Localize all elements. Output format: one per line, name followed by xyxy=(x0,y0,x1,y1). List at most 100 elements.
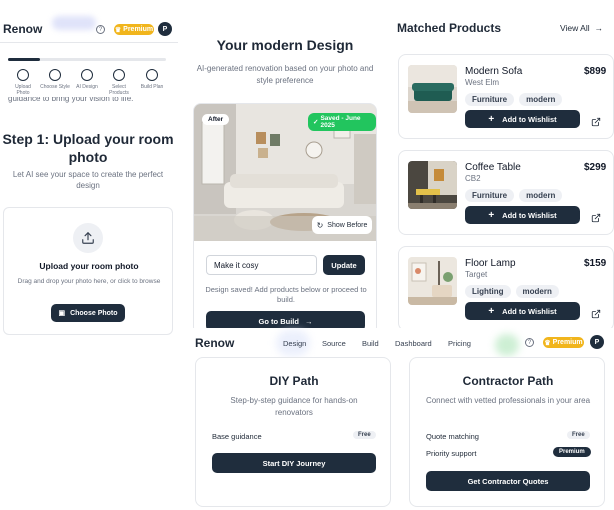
update-button[interactable]: Update xyxy=(323,255,365,275)
nav-link-build[interactable]: Build xyxy=(362,339,379,348)
add-to-wishlist-label: Add to Wishlist xyxy=(502,210,557,220)
tag-chip: modern xyxy=(515,285,559,298)
products-heading: Matched Products xyxy=(397,21,502,35)
header-divider xyxy=(0,42,178,43)
upload-title: Upload your room photo xyxy=(39,261,139,271)
nav-logo[interactable]: Renow xyxy=(195,336,234,350)
premium-badge[interactable]: ♛ Premium xyxy=(114,24,154,35)
product-name[interactable]: Coffee Table xyxy=(465,162,521,173)
contractor-premium-badge: Premium xyxy=(553,447,591,457)
contractor-feature-label: Quote matching xyxy=(426,432,479,441)
contractor-title: Contractor Path xyxy=(462,374,554,388)
view-all-link[interactable]: View All → xyxy=(560,23,603,33)
left-panel: Renow ? ♛ Premium P Upload Photo Choose S… xyxy=(0,0,178,335)
product-thumbnail[interactable] xyxy=(408,161,457,209)
start-diy-button[interactable]: Start DIY Journey xyxy=(212,453,376,473)
add-to-wishlist-button[interactable]: + Add to Wishlist xyxy=(465,206,580,224)
avatar[interactable]: P xyxy=(590,335,604,349)
tag-chip: Furniture xyxy=(465,189,515,202)
product-price: $899 xyxy=(584,66,607,77)
help-icon[interactable]: ? xyxy=(96,25,105,34)
step-5-label: Build Plan xyxy=(140,84,164,90)
contractor-feature-badge: Free xyxy=(567,431,590,439)
product-price: $299 xyxy=(584,162,607,173)
external-link-icon[interactable] xyxy=(591,210,601,228)
crown-icon: ♛ xyxy=(544,339,551,347)
diy-path-card: DIY Path Step-by-step guidance for hands… xyxy=(195,357,391,507)
get-contractor-quotes-button[interactable]: Get Contractor Quotes xyxy=(426,471,590,491)
step-1-circle[interactable] xyxy=(17,69,29,81)
help-icon[interactable]: ? xyxy=(525,338,534,347)
add-to-wishlist-button[interactable]: + Add to Wishlist xyxy=(465,110,580,128)
nav-green-glow xyxy=(495,334,519,356)
tag-chip: Furniture xyxy=(465,93,515,106)
step-4-label: Select Products xyxy=(109,84,129,96)
app-logo[interactable]: Renow xyxy=(3,22,42,36)
tag-chip: modern xyxy=(519,189,563,202)
product-brand: Target xyxy=(465,270,488,279)
arrow-right-icon: → xyxy=(594,23,604,33)
external-link-icon[interactable] xyxy=(591,114,601,132)
step-5-circle[interactable] xyxy=(146,69,158,81)
product-tags: Furniture modern xyxy=(465,189,563,202)
product-thumbnail[interactable] xyxy=(408,65,457,113)
nav-link-design[interactable]: Design xyxy=(283,339,306,348)
contractor-path-card: Contractor Path Connect with vetted prof… xyxy=(409,357,605,507)
step-4-circle[interactable] xyxy=(113,69,125,81)
design-title: Your modern Design xyxy=(216,37,354,53)
plus-icon: + xyxy=(488,305,495,317)
step-subtitle: Let AI see your space to create the perf… xyxy=(12,170,164,190)
step-3-circle[interactable] xyxy=(81,69,93,81)
blurred-nav-placeholder xyxy=(52,16,96,30)
product-brand: West Elm xyxy=(465,78,500,87)
product-price: $159 xyxy=(584,258,607,269)
design-prompt-input[interactable] xyxy=(206,255,317,275)
step-2-label: Choose Style xyxy=(40,84,70,90)
build-panel: Renow Design Source Build Dashboard Pric… xyxy=(192,328,614,510)
plus-icon: + xyxy=(488,209,495,221)
product-name[interactable]: Modern Sofa xyxy=(465,66,522,77)
step-title: Step 1: Upload your room photo xyxy=(2,131,174,165)
premium-label: Premium xyxy=(552,339,583,346)
upload-dropzone[interactable]: Upload your room photo Drag and drop you… xyxy=(3,207,173,335)
external-link-icon[interactable] xyxy=(591,306,601,324)
product-name[interactable]: Floor Lamp xyxy=(465,258,516,269)
contractor-subtitle: Connect with vetted professionals in you… xyxy=(425,396,591,405)
cutoff-text: guidance to bring your vision to life. xyxy=(8,97,134,103)
go-to-build-label: Go to Build xyxy=(258,316,299,326)
show-before-button[interactable]: ↻ Show Before xyxy=(312,216,372,234)
premium-label: Premium xyxy=(123,26,154,33)
nav-link-pricing[interactable]: Pricing xyxy=(448,339,471,348)
step-1-label: Upload Photo xyxy=(15,84,31,96)
product-thumbnail[interactable] xyxy=(408,257,457,305)
design-subtitle: AI-generated renovation based on your ph… xyxy=(196,64,374,85)
crown-icon: ♛ xyxy=(114,26,122,34)
nav-link-source[interactable]: Source xyxy=(322,339,346,348)
diy-subtitle: Step-by-step guidance for hands-on renov… xyxy=(230,396,358,417)
add-to-wishlist-button[interactable]: + Add to Wishlist xyxy=(465,302,580,320)
add-to-wishlist-label: Add to Wishlist xyxy=(502,306,557,316)
diy-feature-badge: Free xyxy=(353,431,376,439)
step-2-circle[interactable] xyxy=(49,69,61,81)
choose-photo-button[interactable]: ▣ Choose Photo xyxy=(51,304,125,322)
design-card: After ✓Saved - June 2025 ↻Show Before Up… xyxy=(193,103,377,335)
rotate-icon: ↻ xyxy=(316,220,324,230)
tag-chip: modern xyxy=(519,93,563,106)
choose-photo-label: Choose Photo xyxy=(70,309,118,317)
avatar[interactable]: P xyxy=(158,22,172,36)
saved-badge: ✓ Saved - June 2025 xyxy=(308,113,376,131)
products-panel: Matched Products View All → Modern Sofa W… xyxy=(392,0,614,335)
step-progress-track xyxy=(8,58,166,61)
step-progress-fill xyxy=(8,58,40,61)
tag-chip: Lighting xyxy=(465,285,511,298)
product-brand: CB2 xyxy=(465,174,481,183)
product-tags: Lighting modern xyxy=(465,285,559,298)
diy-feature-label: Base guidance xyxy=(212,432,262,441)
nav-link-dashboard[interactable]: Dashboard xyxy=(395,339,432,348)
premium-badge[interactable]: ♛ Premium xyxy=(543,337,584,348)
product-card: Coffee Table CB2 $299 Furniture modern +… xyxy=(398,150,614,235)
saved-message: Design saved! Add products below or proc… xyxy=(205,285,367,304)
product-card: Modern Sofa West Elm $899 Furniture mode… xyxy=(398,54,614,139)
show-before-label: Show Before xyxy=(327,221,368,229)
upload-hint: Drag and drop your photo here, or click … xyxy=(17,278,161,285)
